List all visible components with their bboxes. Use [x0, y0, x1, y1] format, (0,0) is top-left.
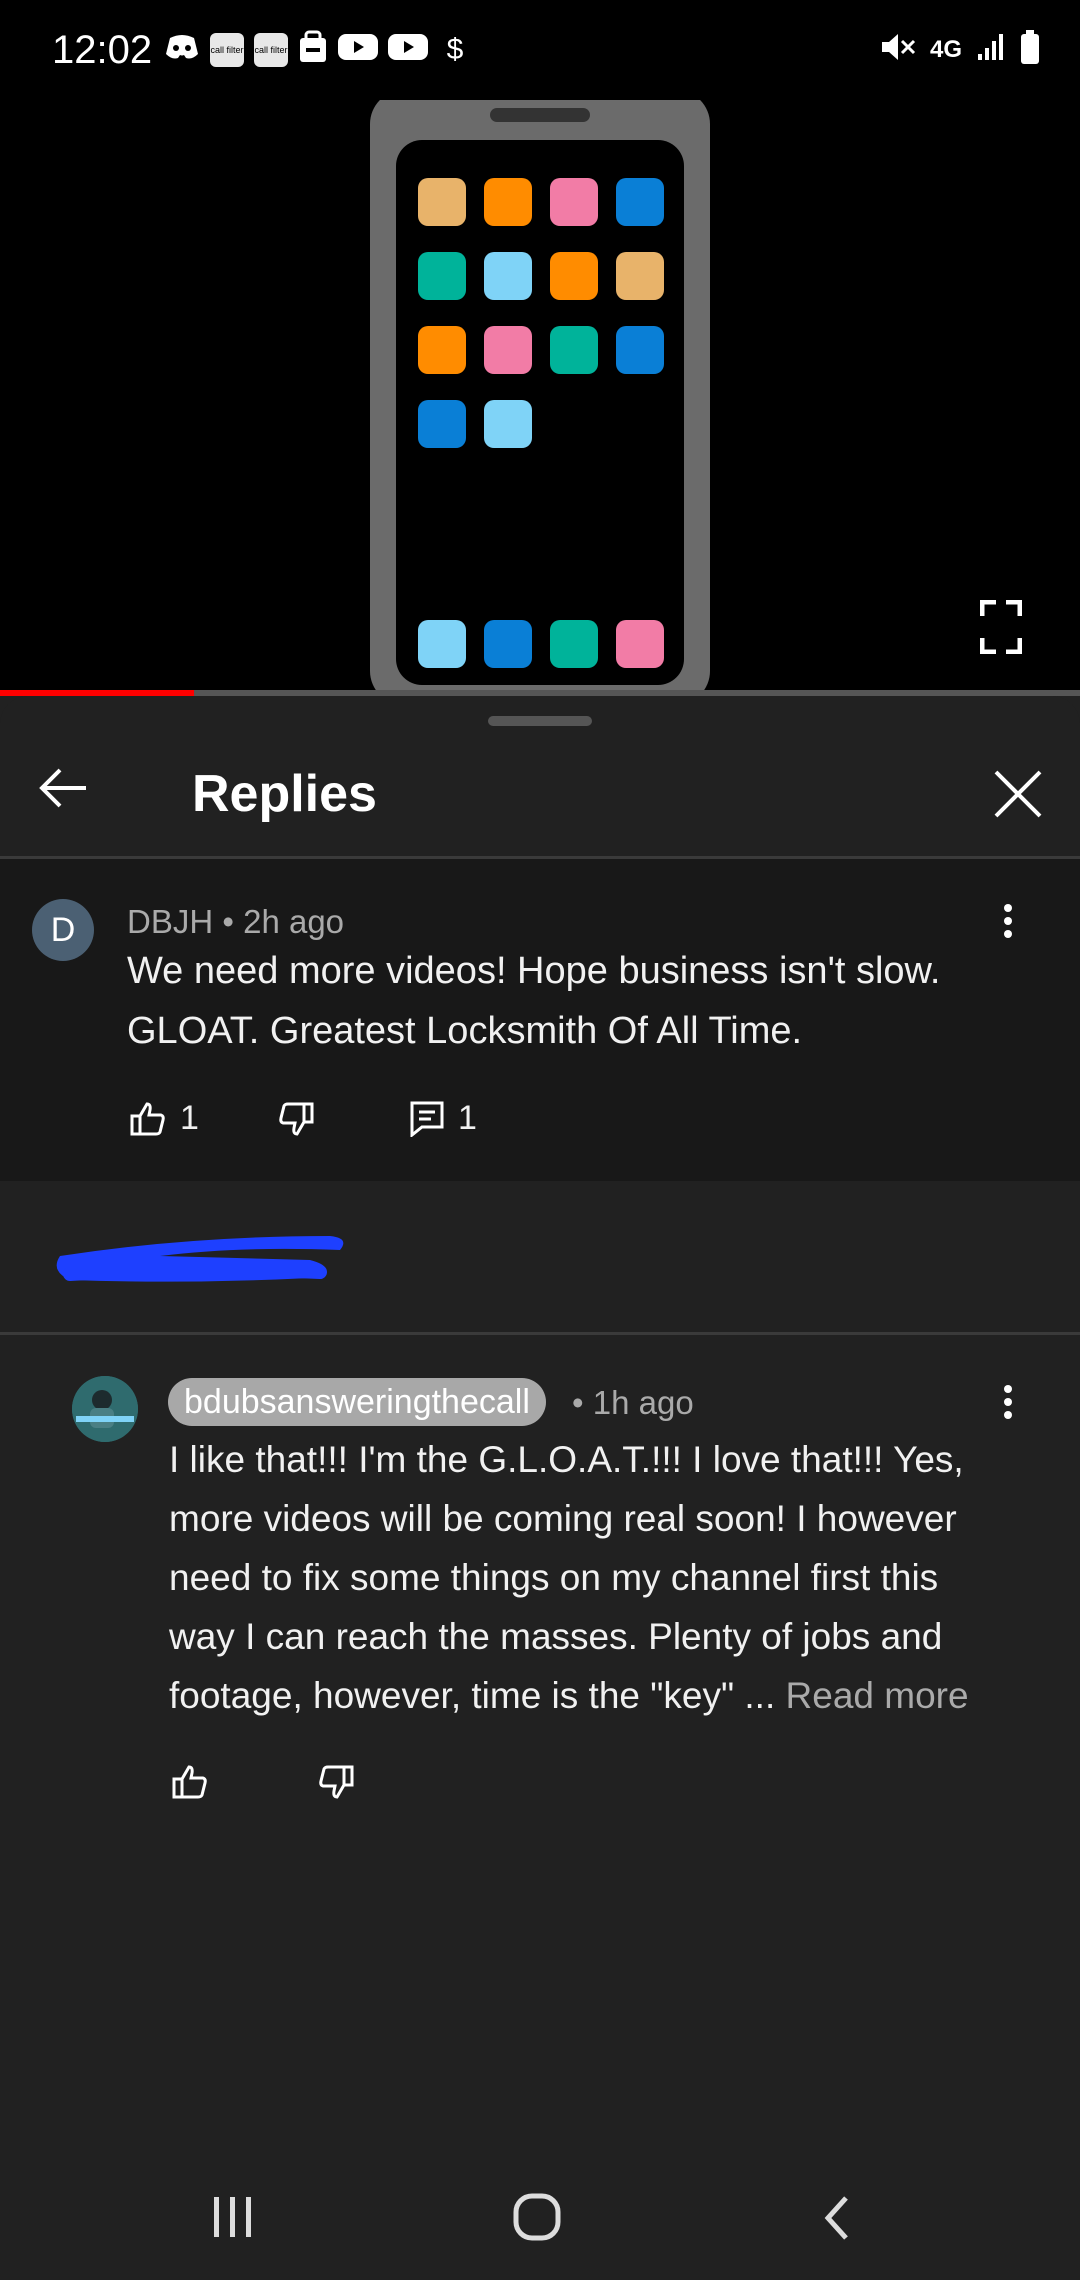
back-chevron-icon[interactable] [822, 2194, 852, 2247]
meta-separator: • [572, 1384, 584, 1421]
reply-meta: • 1h ago [572, 1384, 694, 1422]
app-tile [418, 326, 466, 374]
drag-handle[interactable] [488, 716, 592, 726]
thumbs-up-icon [130, 1101, 165, 1135]
notification-icons: call filter call filter $ [164, 30, 472, 69]
phone-speaker [490, 108, 590, 122]
arrow-left-icon[interactable] [36, 760, 92, 816]
reply-line: more videos will be coming real soon! I … [169, 1498, 957, 1539]
dollar-icon: $ [446, 32, 464, 66]
reply-button[interactable]: 1 [410, 1099, 477, 1138]
app-tile [418, 620, 466, 668]
reply-line: way I can reach the masses. Plenty of jo… [169, 1616, 943, 1657]
avatar[interactable]: D [32, 899, 94, 961]
app-tile [616, 178, 664, 226]
app-tile [550, 178, 598, 226]
read-more-link[interactable]: Read more [786, 1675, 969, 1716]
reply-text: I like that!!! I'm the G.L.O.A.T.!!! I l… [169, 1430, 969, 1725]
call-filter-icon: call filter [210, 32, 244, 67]
video-player[interactable] [0, 100, 1080, 696]
thumbs-down-icon [319, 1765, 354, 1799]
like-button[interactable] [172, 1764, 208, 1800]
reply-line-end: footage, however, time is the "key" ... [169, 1675, 776, 1716]
system-nav-bar [0, 2140, 1080, 2280]
redaction-scribble [56, 1236, 344, 1282]
thumbs-up-icon [172, 1765, 207, 1799]
discord-icon [164, 32, 200, 67]
app-tile [616, 326, 664, 374]
app-tile [484, 178, 532, 226]
reply-divider [0, 1332, 1080, 1335]
reply-line: footage, however, time is the "key" ... … [169, 1666, 969, 1725]
fullscreen-icon[interactable] [979, 599, 1023, 655]
reply-line: need to fix some things on my channel fi… [169, 1557, 939, 1598]
dislike-button[interactable] [278, 1101, 314, 1137]
dislike-button[interactable] [318, 1764, 354, 1800]
video-thumbnail-phone [370, 100, 710, 696]
app-tile [550, 326, 598, 374]
reply-author-chip[interactable]: bdubsansweringthecall [168, 1378, 546, 1426]
youtube-icon [338, 32, 378, 67]
parent-comment: D DBJH • 2h ago We need more videos! Hop… [0, 859, 1080, 1181]
app-tile [484, 400, 532, 448]
call-filter-icon: call filter [254, 32, 288, 67]
comment-text: We need more videos! Hope business isn't… [127, 941, 940, 1061]
sheet-title: Replies [192, 765, 377, 823]
app-tile [418, 252, 466, 300]
phone-screen [396, 140, 684, 685]
close-icon[interactable] [990, 766, 1046, 822]
app-tile [550, 620, 598, 668]
home-icon[interactable] [512, 2192, 562, 2247]
avatar[interactable] [72, 1376, 138, 1442]
meta-separator: • [222, 903, 234, 940]
more-options-icon[interactable] [1003, 903, 1013, 939]
battery-icon [1020, 30, 1040, 69]
youtube-icon [388, 32, 428, 67]
more-options-icon[interactable] [1003, 1384, 1013, 1420]
like-count: 1 [180, 1099, 199, 1137]
replies-sheet: Replies D DBJH • 2h ago We need more vid… [0, 696, 1080, 2280]
app-tile [616, 252, 664, 300]
comment-meta: DBJH • 2h ago [127, 903, 344, 941]
recents-icon[interactable] [210, 2195, 256, 2244]
bag-icon [298, 30, 328, 69]
app-tile [484, 252, 532, 300]
like-button[interactable]: 1 [130, 1099, 199, 1138]
app-tile [484, 620, 532, 668]
comment-line: We need more videos! Hope business isn't… [127, 950, 941, 992]
app-tile [616, 620, 664, 668]
comment-author[interactable]: DBJH [127, 903, 213, 940]
app-tile [550, 252, 598, 300]
system-icons: 4G [880, 30, 1040, 69]
mute-icon [880, 31, 916, 68]
network-4g-icon: 4G [929, 35, 962, 63]
app-tile [418, 400, 466, 448]
app-tile [484, 326, 532, 374]
clock: 12:02 [52, 28, 153, 72]
status-bar: 12:02 call filter call filter $ 4G [0, 0, 1080, 100]
reply-time: 1h ago [592, 1384, 694, 1421]
comment-time: 2h ago [243, 903, 345, 940]
signal-icon [976, 32, 1006, 67]
reply-line: I like that!!! I'm the G.L.O.A.T.!!! I l… [169, 1439, 964, 1480]
thumbs-down-icon [279, 1102, 314, 1136]
comment-icon [410, 1101, 444, 1137]
comment-line: GLOAT. Greatest Locksmith Of All Time. [127, 1010, 803, 1052]
app-tile [418, 178, 466, 226]
reply-count: 1 [458, 1099, 477, 1137]
